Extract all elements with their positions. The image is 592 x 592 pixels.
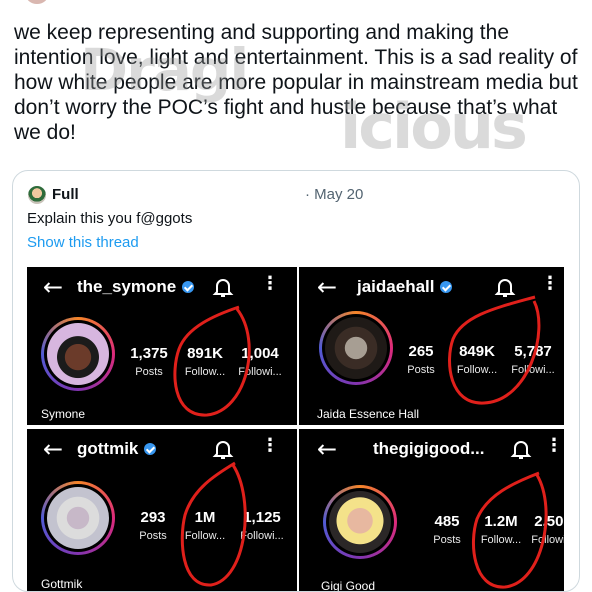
following-stat[interactable]: 2,501Followi... [525,513,564,546]
author-avatar[interactable] [26,0,48,4]
profile-handle: jaidaehall [357,277,453,297]
quoted-tweet-date[interactable]: · May 20 [305,186,363,203]
display-name: Gottmik [41,577,83,591]
display-name: Jaida Essence Hall [317,407,420,421]
profile-panel-symone: ← the_symone ⋮ 1,375 Posts 891K Follow... … [27,267,297,425]
avatar[interactable] [41,317,115,391]
verified-badge-icon [182,280,195,293]
profile-handle: gottmik [77,439,157,459]
profile-handle: thegigigood... [373,439,485,458]
followers-stat[interactable]: 1M Follow... [177,509,233,542]
bell-icon[interactable] [493,275,517,299]
quoted-tweet[interactable]: Full · May 20 Explain this you f@ggots S… [12,170,580,592]
profile-panel-gigi: ← thegigigood... ⋮ 485 Posts 1.2M Follow..… [299,429,564,591]
bell-icon[interactable] [211,437,235,461]
back-arrow-icon[interactable]: ← [317,275,337,299]
following-stat[interactable]: 1,125 Followi... [235,509,289,542]
more-options-icon[interactable]: ⋮ [545,437,563,455]
posts-stat: 1,375 Posts [130,345,168,378]
more-options-icon[interactable]: ⋮ [541,275,559,293]
display-name: Symone [41,407,86,421]
screenshot-grid[interactable]: ← the_symone ⋮ 1,375 Posts 891K Follow... … [27,267,564,591]
followers-stat[interactable]: 1.2M Follow... [473,513,529,546]
verified-badge-icon [144,442,157,455]
bell-icon[interactable] [509,437,533,461]
verified-badge-icon [440,280,453,293]
back-arrow-icon[interactable]: ← [317,437,337,461]
back-arrow-icon[interactable]: ← [43,275,63,299]
bell-icon[interactable] [211,275,235,299]
posts-stat: 485 Posts [433,513,461,546]
avatar[interactable] [41,481,115,555]
more-options-icon[interactable]: ⋮ [261,437,279,455]
profile-panel-gottmik: ← gottmik ⋮ 293 Posts 1M Follow... 1,125 Fo… [27,429,297,591]
back-arrow-icon[interactable]: ← [43,437,63,461]
followers-stat[interactable]: 891K Follow... [177,345,233,378]
posts-stat: 265 Posts [407,343,435,376]
quoted-tweet-text: Explain this you f@ggots [27,210,193,227]
following-stat[interactable]: 5,787 Followi... [505,343,561,376]
display-name: Gigi Good [321,579,376,591]
more-options-icon[interactable]: ⋮ [261,275,279,293]
avatar[interactable] [323,485,397,559]
following-stat[interactable]: 1,004 Followi... [233,345,287,378]
quoted-author-avatar[interactable] [28,186,46,204]
profile-panel-jaida: ← jaidaehall ⋮ 265 Posts 849K Follow... 5,… [299,267,564,425]
show-thread-link[interactable]: Show this thread [27,234,139,251]
posts-stat: 293 Posts [139,509,167,542]
quoted-author-name[interactable]: Full [52,186,79,203]
followers-stat[interactable]: 849K Follow... [449,343,505,376]
tweet-text: we keep representing and supporting and … [14,21,578,144]
avatar[interactable] [319,311,393,385]
profile-handle: the_symone [77,277,195,297]
